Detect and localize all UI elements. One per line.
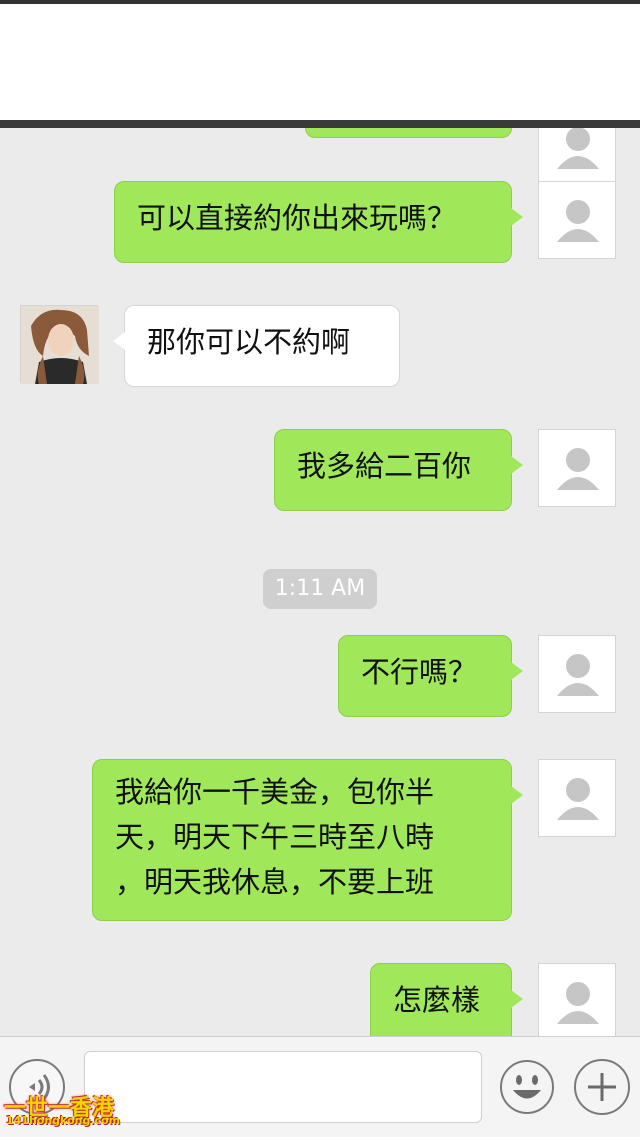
message-bubble-sent[interactable]: 我給你一千美金，包你半 天，明天下午三時至八時 ，明天我休息，不要上班 [92,759,523,921]
plus-icon [588,1073,616,1101]
watermark-url: 141hongkong.com [6,1114,121,1127]
header-divider [0,120,640,128]
message-bubble-sent[interactable]: 不行嗎？ [338,635,523,717]
my-avatar[interactable] [538,429,616,507]
contact-avatar[interactable] [20,305,99,384]
message-bubble-received[interactable]: 那你可以不約啊 [113,305,400,387]
plus-button[interactable] [574,1059,630,1115]
message-bubble-sent[interactable]: 我多給二百你 [274,429,523,511]
person-silhouette-icon [557,654,599,696]
watermark-logo: 一世一香港 141hongkong.com [4,1090,128,1130]
emoji-icon [500,1060,554,1114]
message-bubble-sent[interactable] [305,128,512,138]
timestamp-label: 1:11 AM [263,569,377,609]
message-bubble-sent[interactable]: 可以直接約你出來玩嗎？ [114,181,523,263]
person-silhouette-icon [557,982,599,1024]
chat-header [0,4,640,120]
person-silhouette-icon [557,128,599,169]
message-input[interactable] [84,1051,482,1123]
my-avatar[interactable] [538,759,616,837]
chat-area[interactable]: 可以直接約你出來玩嗎？ 那你可以不約啊 我多給二百你 1:11 AM 不行嗎？ … [0,128,640,1036]
my-avatar[interactable] [538,128,616,186]
message-bubble-sent[interactable]: 怎麼樣 [370,963,523,1036]
my-avatar[interactable] [538,635,616,713]
person-silhouette-icon [557,778,599,820]
my-avatar[interactable] [538,963,616,1036]
person-silhouette-icon [557,200,599,242]
contact-photo [21,306,99,384]
my-avatar[interactable] [538,181,616,259]
person-silhouette-icon [557,448,599,490]
emoji-button[interactable] [499,1059,555,1115]
